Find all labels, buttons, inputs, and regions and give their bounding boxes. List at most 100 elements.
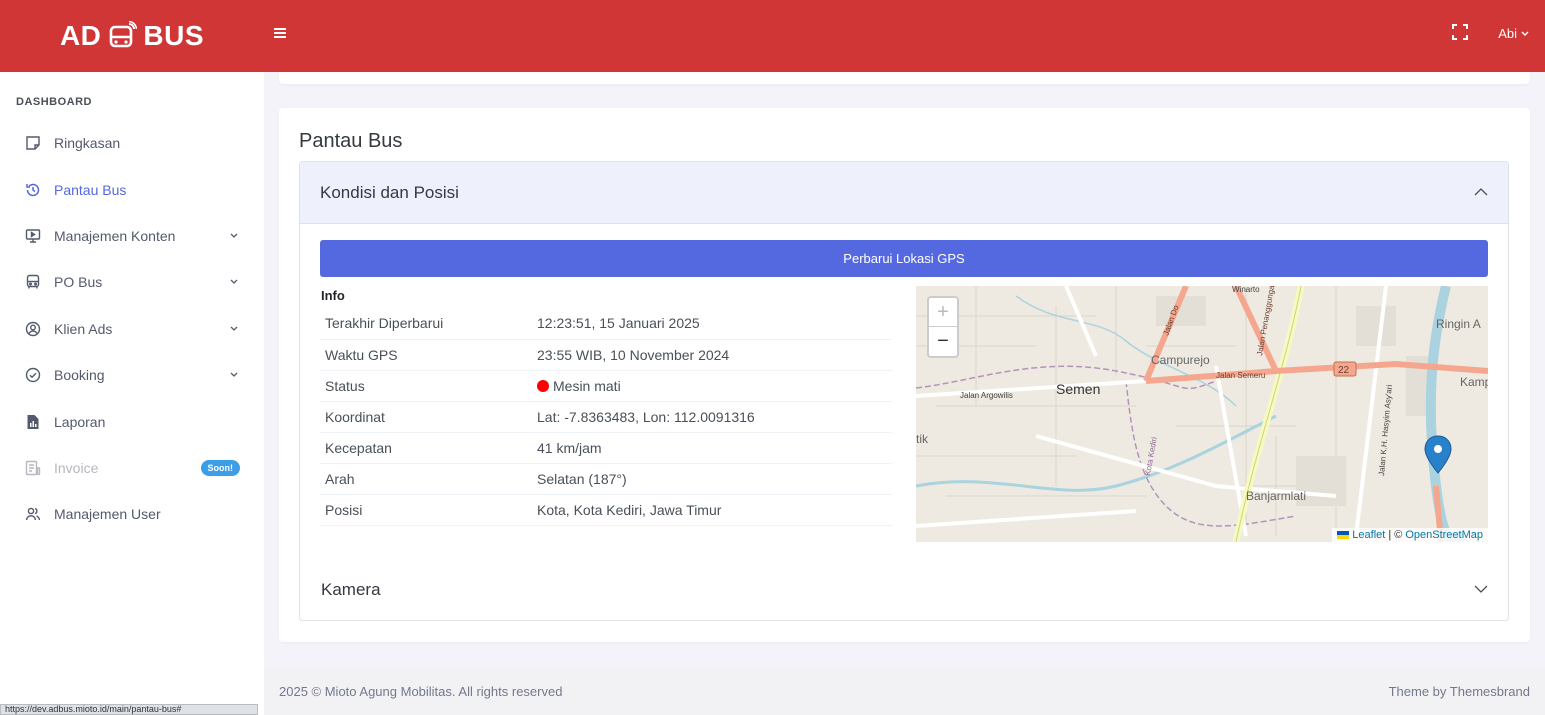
map-label-ringin: Ringin A <box>1436 317 1481 331</box>
table-row: Status Mesin mati <box>320 370 892 402</box>
leaflet-link[interactable]: Leaflet <box>1352 529 1385 541</box>
user-name: Abi <box>1498 26 1517 41</box>
sidebar-item-laporan[interactable]: Laporan <box>0 398 264 444</box>
info-label: Terakhir Diperbarui <box>320 308 532 340</box>
status-cell: Mesin mati <box>532 370 892 402</box>
map-label-campurejo: Campurejo <box>1151 353 1210 367</box>
map-label-jalan-semeru: Jalan Semeru <box>1216 371 1265 380</box>
update-gps-button[interactable]: Perbarui Lokasi GPS <box>320 240 1488 277</box>
main-card: Pantau Bus Kondisi dan Posisi Perbarui L… <box>279 108 1530 642</box>
chevron-down-icon <box>1521 31 1529 36</box>
info-value: Mesin mati <box>553 377 621 394</box>
accordion-title: Kondisi dan Posisi <box>320 182 459 202</box>
sidebar-item-label: Laporan <box>54 413 106 430</box>
info-label: Status <box>320 370 532 402</box>
accordion-kondisi-posisi: Kondisi dan Posisi Perbarui Lokasi GPS I… <box>299 161 1509 621</box>
info-table: Terakhir Diperbarui 12:23:51, 15 Januari … <box>320 308 892 526</box>
footer-theme-credit: Theme by Themesbrand <box>1388 683 1530 699</box>
sidebar-item-invoice[interactable]: Invoice Soon! <box>0 445 264 491</box>
map-label-tik: tik <box>916 432 929 446</box>
map-label-banjarmlati: Banjarmlati <box>1246 489 1306 503</box>
info-label: Posisi <box>320 494 532 526</box>
info-value: 12:23:51, 15 Januari 2025 <box>532 308 892 340</box>
report-file-icon <box>24 413 42 431</box>
sidebar-item-label: Booking <box>54 367 105 384</box>
chevron-down-icon <box>230 372 238 378</box>
sidebar-item-label: PO Bus <box>54 274 103 291</box>
sidebar: DASHBOARD Ringkasan Pantau Bus Manajemen… <box>0 72 264 715</box>
user-circle-icon <box>24 320 42 338</box>
history-icon <box>24 181 42 199</box>
brand-text-left: AD <box>59 20 102 51</box>
chevron-down-icon <box>1474 585 1488 593</box>
table-row: Terakhir Diperbarui 12:23:51, 15 Januari … <box>320 308 892 340</box>
menu-section-title: DASHBOARD <box>16 96 92 108</box>
table-row: Koordinat Lat: -7.8363483, Lon: 112.00913… <box>320 401 892 433</box>
user-menu[interactable]: Abi <box>1498 26 1529 41</box>
info-label: Koordinat <box>320 401 532 433</box>
table-row: Arah Selatan (187°) <box>320 463 892 495</box>
brand-text-right: BUS <box>143 20 205 51</box>
map-label-jalan-hasyim: Jalan K.H. Hasyim Asy'ari <box>1377 384 1394 476</box>
footer: 2025 © Mioto Agung Mobilitas. All rights… <box>264 667 1545 715</box>
sidebar-item-ringkasan[interactable]: Ringkasan <box>0 120 264 166</box>
sidebar-item-pantau-bus[interactable]: Pantau Bus <box>0 166 264 212</box>
sidebar-item-booking[interactable]: Booking <box>0 352 264 398</box>
location-map[interactable]: 22 Semen Campurejo Banjarmlati Ringin A … <box>916 286 1488 542</box>
attribution-separator: | © <box>1388 529 1403 541</box>
top-card-edge <box>279 72 1530 84</box>
map-label-kamp: Kamp <box>1460 375 1488 389</box>
chevron-down-icon <box>230 233 238 238</box>
zoom-out-button[interactable]: − <box>929 327 957 356</box>
map-zoom-control: + − <box>927 296 959 358</box>
table-row: Posisi Kota, Kota Kediri, Jawa Timur <box>320 494 892 526</box>
table-row: Waktu GPS 23:55 WIB, 10 November 2024 <box>320 339 892 371</box>
sidebar-item-manajemen-user[interactable]: Manajemen User <box>0 491 264 537</box>
ukraine-flag-icon <box>1337 531 1350 539</box>
info-value: Lat: -7.8363483, Lon: 112.0091316 <box>532 401 892 433</box>
sidebar-item-label: Klien Ads <box>54 320 113 337</box>
bus-icon <box>110 21 138 48</box>
map-label-road-22: 22 <box>1338 365 1350 376</box>
brand-logo[interactable]: AD BUS <box>0 20 264 52</box>
sidebar-item-label: Ringkasan <box>54 135 121 152</box>
sidebar-item-po-bus[interactable]: PO Bus <box>0 259 264 305</box>
status-dot-icon <box>537 379 549 392</box>
map-label-winarto: Winarto <box>1232 286 1260 294</box>
sidebar-item-klien-ads[interactable]: Klien Ads <box>0 306 264 352</box>
accordion-header-kondisi-posisi[interactable]: Kondisi dan Posisi <box>300 162 1508 224</box>
check-circle-icon <box>24 366 42 384</box>
hamburger-menu-icon[interactable] <box>274 26 288 42</box>
chevron-up-icon <box>1474 188 1488 196</box>
status-bar-url: https://dev.adbus.mioto.id/main/pantau-b… <box>0 704 258 715</box>
zoom-in-button[interactable]: + <box>929 298 957 327</box>
footer-copyright: 2025 © Mioto Agung Mobilitas. All rights… <box>279 683 563 699</box>
openstreetmap-link[interactable]: OpenStreetMap <box>1405 529 1483 541</box>
sidebar-item-label: Manajemen User <box>54 506 161 523</box>
sidebar-item-label: Invoice <box>54 459 99 476</box>
info-value: Kota, Kota Kediri, Jawa Timur <box>532 494 892 526</box>
info-label: Kecepatan <box>320 432 532 464</box>
info-value: 41 km/jam <box>532 432 892 464</box>
info-label: Waktu GPS <box>320 339 532 371</box>
soon-badge: Soon! <box>200 459 240 476</box>
accordion-header-kamera[interactable]: Kamera <box>299 559 1509 621</box>
users-icon <box>24 505 42 523</box>
info-value: Selatan (187°) <box>532 463 892 495</box>
map-tiles: 22 Semen Campurejo Banjarmlati Ringin A … <box>916 286 1488 542</box>
sidebar-item-manajemen-konten[interactable]: Manajemen Konten <box>0 213 264 259</box>
fullscreen-icon[interactable] <box>1450 22 1470 45</box>
chevron-down-icon <box>230 279 238 285</box>
info-value: 23:55 WIB, 10 November 2024 <box>532 339 892 371</box>
page-title: Pantau Bus <box>299 130 403 152</box>
topbar: AD BUS Abi <box>0 0 1545 72</box>
map-attribution: Leaflet | © OpenStreetMap <box>1332 528 1488 542</box>
sidebar-item-label: Pantau Bus <box>54 181 127 198</box>
chevron-down-icon <box>230 326 238 331</box>
invoice-icon <box>24 459 42 477</box>
table-row: Kecepatan 41 km/jam <box>320 432 892 464</box>
info-label: Arah <box>320 463 532 495</box>
presentation-icon <box>24 227 42 245</box>
note-icon <box>24 134 42 152</box>
map-label-semen: Semen <box>1056 381 1100 397</box>
